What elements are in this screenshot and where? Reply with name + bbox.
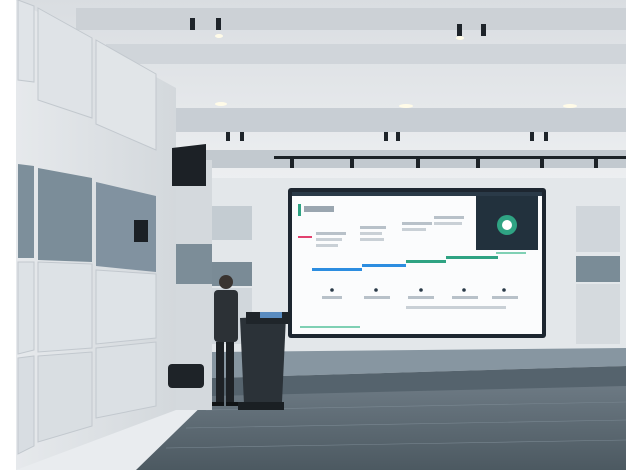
ceiling-band <box>106 44 626 64</box>
wall-panel <box>576 256 620 282</box>
wall-panel <box>576 284 620 344</box>
ceiling-band <box>76 8 626 30</box>
bag <box>168 364 204 388</box>
ceiling-band <box>166 108 626 132</box>
speaker <box>172 144 206 186</box>
conference-room-photo <box>16 0 626 470</box>
light-track <box>274 156 626 159</box>
wall-panel <box>576 206 620 252</box>
podium <box>240 316 286 404</box>
podium-base <box>238 402 284 410</box>
room-scene <box>16 0 626 470</box>
wall-panel <box>212 206 252 240</box>
wall-column-band <box>176 244 212 284</box>
wall-speaker <box>134 220 148 242</box>
laptop <box>260 312 282 318</box>
